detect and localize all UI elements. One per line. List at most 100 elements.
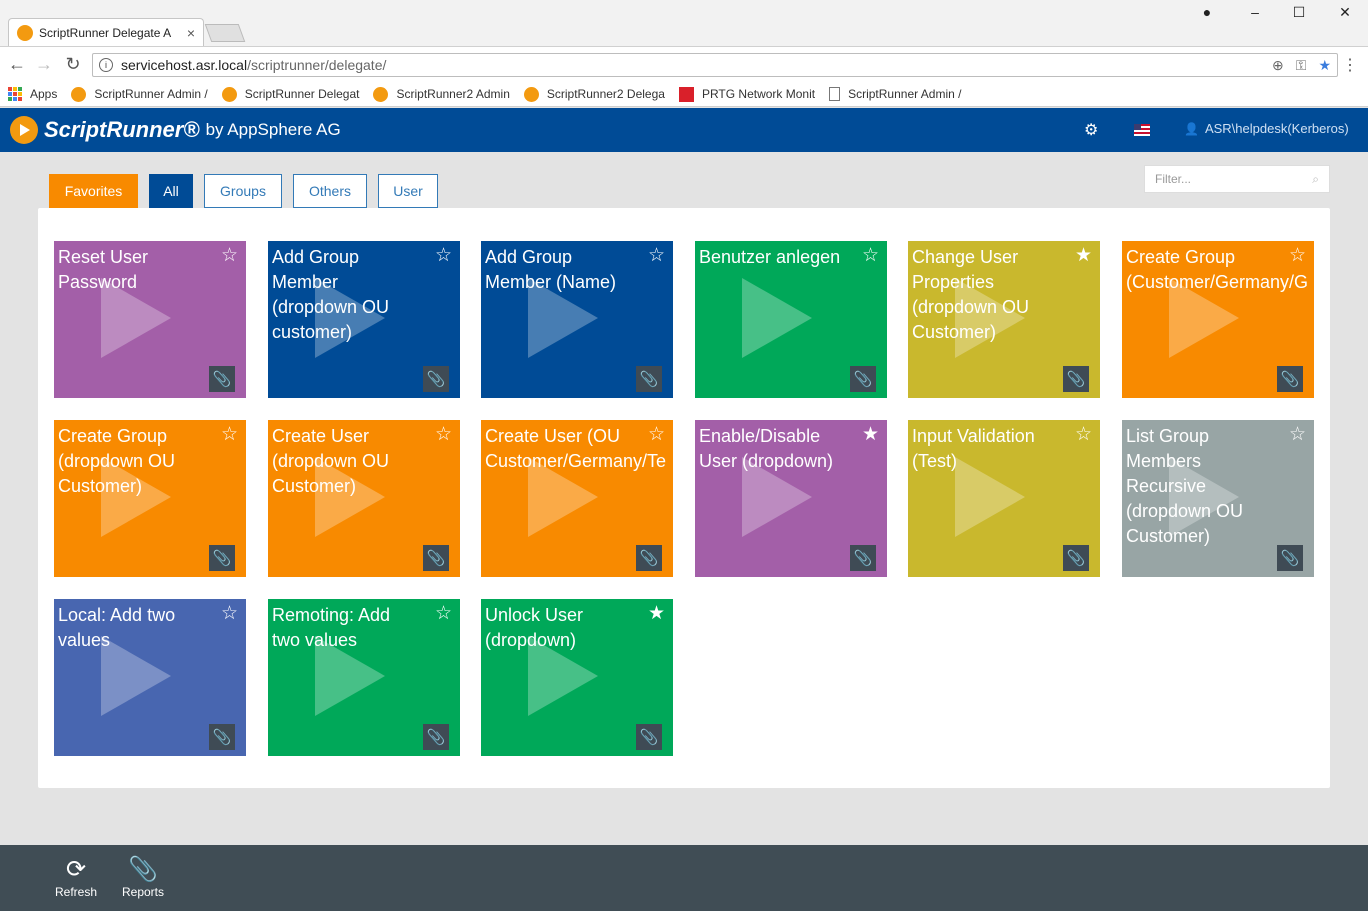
script-tile[interactable]: Local: Add two values ☆ 📎 — [54, 599, 246, 756]
paperclip-icon[interactable]: 📎 — [423, 724, 449, 750]
refresh-label: Refresh — [54, 885, 98, 899]
star-outline-icon[interactable]: ☆ — [221, 604, 238, 624]
url-text[interactable]: servicehost.asr.local/scriptrunner/deleg… — [121, 57, 1260, 73]
new-tab-button[interactable] — [204, 24, 246, 42]
page-icon — [829, 87, 841, 101]
reports-button[interactable]: 📎 Reports — [108, 855, 178, 899]
script-tile[interactable]: List Group Members Recursive (dropdown O… — [1122, 420, 1314, 577]
star-outline-icon[interactable]: ☆ — [1289, 425, 1306, 445]
logo-mark-icon — [10, 116, 38, 144]
maximize-button[interactable]: ☐ — [1284, 4, 1314, 21]
zoom-icon[interactable]: ⊕ — [1272, 57, 1284, 74]
tab-groups[interactable]: Groups — [204, 174, 282, 208]
forward-icon[interactable]: → — [33, 54, 55, 75]
bookmark-label: Apps — [30, 87, 58, 101]
star-outline-icon[interactable]: ☆ — [435, 246, 452, 266]
script-tile[interactable]: Create Group (Customer/Germany/G ☆ 📎 — [1122, 241, 1314, 398]
script-tile[interactable]: Remoting: Add two values ☆ 📎 — [268, 599, 460, 756]
site-info-icon[interactable]: i — [99, 58, 113, 72]
close-window-button[interactable]: ✕ — [1330, 4, 1360, 21]
script-tile-name: Add Group Member (dropdown OU customer) — [272, 247, 390, 342]
script-tile-name: List Group Members Recursive (dropdown O… — [1126, 426, 1244, 546]
paperclip-icon[interactable]: 📎 — [209, 724, 235, 750]
footer-toolbar: ⟳ Refresh 📎 Reports — [0, 845, 1368, 911]
address-bar[interactable]: i servicehost.asr.local/scriptrunner/del… — [92, 53, 1338, 77]
bookmark-star-icon[interactable]: ★ — [1318, 57, 1331, 74]
bookmark-item[interactable]: ScriptRunner Delegat — [221, 86, 359, 102]
logo-text: ScriptRunner® — [44, 117, 200, 142]
url-host: servicehost.asr.local — [121, 57, 248, 73]
paperclip-icon[interactable]: 📎 — [1063, 366, 1089, 392]
paperclip-icon[interactable]: 📎 — [1277, 366, 1303, 392]
paperclip-icon[interactable]: 📎 — [1063, 545, 1089, 571]
bookmark-item[interactable]: ScriptRunner Admin / — [71, 86, 208, 102]
bookmark-item[interactable]: PRTG Network Monit — [678, 86, 816, 102]
paperclip-icon[interactable]: 📎 — [636, 545, 662, 571]
browser-menu-icon[interactable]: ⋮ — [1342, 55, 1358, 75]
us-flag-icon[interactable] — [1134, 124, 1150, 136]
script-tile-name: Add Group Member (Name) — [485, 247, 617, 292]
star-filled-icon[interactable]: ★ — [648, 604, 665, 624]
star-outline-icon[interactable]: ☆ — [1075, 425, 1092, 445]
bookmark-item[interactable]: ScriptRunner2 Delega — [523, 86, 665, 102]
star-outline-icon[interactable]: ☆ — [435, 425, 452, 445]
star-outline-icon[interactable]: ☆ — [648, 246, 665, 266]
bookmarks-bar: Apps ScriptRunner Admin / ScriptRunner Del… — [0, 82, 1368, 107]
tab-others[interactable]: Others — [293, 174, 367, 208]
browser-toolbar: ← → ↻ i servicehost.asr.local/scriptrunn… — [0, 46, 1368, 82]
star-outline-icon[interactable]: ☆ — [221, 425, 238, 445]
paperclip-icon[interactable]: 📎 — [209, 366, 235, 392]
star-filled-icon[interactable]: ★ — [1075, 246, 1092, 266]
minimize-button[interactable]: – — [1240, 4, 1270, 20]
user-menu[interactable]: 👤 ASR\helpdesk(Kerberos) — [1184, 121, 1349, 136]
paperclip-icon[interactable]: 📎 — [423, 545, 449, 571]
bookmark-item[interactable]: ScriptRunner Admin / — [829, 87, 961, 101]
key-icon[interactable]: ⚿ — [1296, 57, 1307, 74]
script-tile[interactable]: Change User Properties (dropdown OU Cust… — [908, 241, 1100, 398]
script-tile-name: Change User Properties (dropdown OU Cust… — [912, 247, 1030, 342]
tab-all[interactable]: All — [149, 174, 193, 208]
bookmark-label: PRTG Network Monit — [701, 87, 816, 101]
back-icon[interactable]: ← — [6, 54, 28, 75]
star-filled-icon[interactable]: ★ — [862, 425, 879, 445]
tab-user[interactable]: User — [378, 174, 438, 208]
close-tab-icon[interactable]: × — [187, 25, 195, 41]
script-tile[interactable]: Create User (dropdown OU Customer) ☆ 📎 — [268, 420, 460, 577]
script-tile-name: Create User (dropdown OU Customer) — [272, 426, 390, 496]
settings-gear-icon[interactable]: ⚙ — [1084, 120, 1098, 140]
reload-icon[interactable]: ↻ — [62, 54, 84, 75]
paperclip-icon[interactable]: 📎 — [636, 366, 662, 392]
bookmark-item[interactable]: ScriptRunner2 Admin — [373, 86, 510, 102]
script-tile[interactable]: Reset User Password ☆ 📎 — [54, 241, 246, 398]
paperclip-icon[interactable]: 📎 — [850, 545, 876, 571]
script-tile[interactable]: Add Group Member (Name) ☆ 📎 — [481, 241, 673, 398]
script-tile[interactable]: Benutzer anlegen ☆ 📎 — [695, 241, 887, 398]
refresh-icon: ⟳ — [65, 856, 87, 883]
tab-favorites[interactable]: Favorites — [49, 174, 138, 208]
scriptrunner-logo: ScriptRunner® by AppSphere AG — [10, 116, 341, 144]
star-outline-icon[interactable]: ☆ — [435, 604, 452, 624]
star-outline-icon[interactable]: ☆ — [221, 246, 238, 266]
script-tile[interactable]: Unlock User (dropdown) ★ 📎 — [481, 599, 673, 756]
star-outline-icon[interactable]: ☆ — [648, 425, 665, 445]
filter-input[interactable] — [1155, 172, 1305, 186]
paperclip-icon[interactable]: 📎 — [209, 545, 235, 571]
star-outline-icon[interactable]: ☆ — [862, 246, 879, 266]
scriptrunner-icon — [523, 86, 539, 102]
paperclip-icon[interactable]: 📎 — [423, 366, 449, 392]
paperclip-icon[interactable]: 📎 — [850, 366, 876, 392]
script-tile[interactable]: Add Group Member (dropdown OU customer) ☆… — [268, 241, 460, 398]
script-tile[interactable]: Create Group (dropdown OU Customer) ☆ 📎 — [54, 420, 246, 577]
bookmark-item[interactable]: Apps — [8, 87, 57, 101]
paperclip-icon[interactable]: 📎 — [636, 724, 662, 750]
paperclip-icon[interactable]: 📎 — [1277, 545, 1303, 571]
star-outline-icon[interactable]: ☆ — [1289, 246, 1306, 266]
account-icon[interactable]: ● — [1192, 4, 1222, 20]
browser-tabstrip: ScriptRunner Delegate A × ● – ☐ ✕ — [0, 0, 1368, 46]
browser-tab[interactable]: ScriptRunner Delegate A × — [8, 18, 204, 46]
script-tile[interactable]: Input Validation (Test) ☆ 📎 — [908, 420, 1100, 577]
script-tile[interactable]: Create User (OU Customer/Germany/Te ☆ 📎 — [481, 420, 673, 577]
refresh-button[interactable]: ⟳ Refresh — [41, 855, 111, 899]
script-tile[interactable]: Enable/Disable User (dropdown) ★ 📎 — [695, 420, 887, 577]
bookmark-label: ScriptRunner Admin / — [848, 87, 962, 101]
